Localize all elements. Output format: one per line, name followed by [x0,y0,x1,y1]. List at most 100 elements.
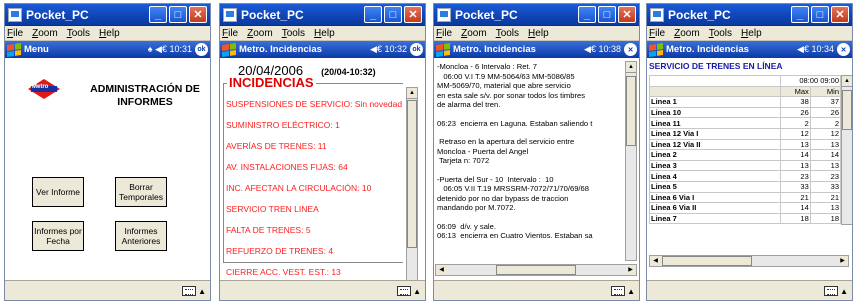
scroll-left-icon[interactable]: ◀ [650,256,661,266]
table-row[interactable]: Linea 12 Via I 12 12 [649,127,842,140]
row-min: 33 [809,180,842,193]
screen-title: Metro. Incidencias [666,44,749,55]
list-item[interactable]: CIERRE ACC. VEST. EST.: 13 [226,266,402,280]
close-icon[interactable]: ✕ [618,6,636,23]
scroll-up-icon[interactable]: ▲ [626,62,636,73]
device-servicio-trenes: Pocket_PC _ □ ✕ File Zoom Tools Help Met… [646,3,853,301]
windows-flag-icon[interactable] [222,42,236,57]
menu-help[interactable]: Help [741,28,762,39]
horizontal-scrollbar[interactable]: ◀ ▶ [649,255,849,267]
close-app-icon[interactable]: ✕ [624,43,637,56]
table-row[interactable]: Linea 11 2 2 [649,117,842,129]
windows-flag-icon[interactable] [649,42,663,57]
table-row[interactable]: Linea 5 33 33 [649,180,842,193]
menu-help[interactable]: Help [528,28,549,39]
menu-zoom[interactable]: Zoom [461,28,487,39]
incident-text[interactable]: -Moncloa - 6 Intervalo : Ret. 7 06:00 V.… [435,59,625,259]
row-max: 26 [779,106,811,119]
trenes-grid[interactable]: 08:00 09:00 Max Min Linea 1 38 37 Linea 10… [649,75,842,225]
menu-zoom[interactable]: Zoom [674,28,700,39]
close-icon[interactable]: ✕ [831,6,849,23]
menu-tools[interactable]: Tools [67,28,90,39]
ok-icon[interactable]: ok [410,43,423,56]
screen-title: Metro. Incidencias [453,44,536,55]
menu-tools[interactable]: Tools [709,28,732,39]
row-min: 21 [809,191,842,204]
menu-file[interactable]: File [222,28,238,39]
vertical-scrollbar[interactable]: ▲ [406,87,418,280]
horizontal-scrollbar[interactable]: ◀ ▶ [435,264,637,276]
ok-icon[interactable]: ok [195,43,208,56]
close-app-icon[interactable]: ✕ [837,43,850,56]
windows-flag-icon[interactable] [436,42,450,57]
borrar-temporales-button[interactable]: Borrar Temporales [115,177,167,207]
scroll-thumb[interactable] [496,265,576,275]
scroll-thumb[interactable] [842,90,852,130]
maximize-icon[interactable]: □ [384,6,402,23]
scroll-up-icon[interactable]: ▲ [842,76,852,87]
keyboard-icon[interactable] [397,286,411,296]
keyboard-icon[interactable] [824,286,838,296]
table-row[interactable]: Linea 10 26 26 [649,106,842,119]
minimize-icon[interactable]: _ [791,6,809,23]
vertical-scrollbar[interactable]: ▲ [841,75,852,225]
list-item[interactable]: FALTA DE TRENES: 5 [226,224,402,245]
window-titlebar: Pocket_PC _ □ ✕ [647,4,852,26]
list-item[interactable]: SUSPENSIONES DE SERVICIO: Sin novedad [226,98,402,119]
scroll-up-icon[interactable]: ▲ [407,88,417,99]
menu-tools[interactable]: Tools [282,28,305,39]
table-row[interactable]: Linea 2 14 14 [649,149,842,161]
scroll-right-icon[interactable]: ▶ [625,265,636,275]
scroll-thumb[interactable] [662,256,752,266]
keyboard-icon[interactable] [611,286,625,296]
list-item[interactable]: AV. INSTALACIONES FIJAS: 64 [226,161,402,182]
status-clock: ◀€ 10:32 [370,44,407,54]
keyboard-arrow-icon[interactable]: ▲ [840,287,848,296]
informes-anteriores-button[interactable]: Informes Anteriores [115,221,167,251]
informes-por-fecha-button[interactable]: Informes por Fecha [32,221,84,251]
bottom-bar: ▲ [647,280,852,300]
table-row[interactable]: Linea 12 Via II 13 13 [649,138,842,151]
table-row[interactable]: Linea 6 Via I 21 21 [649,191,842,204]
list-item[interactable]: INC. AFECTAN LA CIRCULACIÓN: 10 [226,182,402,203]
menu-file[interactable]: File [7,28,23,39]
maximize-icon[interactable]: □ [598,6,616,23]
scroll-right-icon[interactable]: ▶ [837,256,848,266]
scroll-left-icon[interactable]: ◀ [436,265,447,275]
window-titlebar: Pocket_PC _ □ ✕ [434,4,639,26]
menu-zoom[interactable]: Zoom [32,28,58,39]
table-row[interactable]: Linea 6 Via II 14 13 [649,202,842,214]
ver-informe-button[interactable]: Ver Informe [32,177,84,207]
scroll-thumb[interactable] [626,76,636,146]
windows-flag-icon[interactable] [7,42,21,57]
list-item[interactable]: SERVICIO TREN LINEA [226,203,402,224]
row-min: 26 [809,106,842,119]
table-row[interactable]: Linea 7 18 18 [649,212,842,225]
maximize-icon[interactable]: □ [811,6,829,23]
row-name: Linea 12 Via I [649,127,781,140]
minimize-icon[interactable]: _ [578,6,596,23]
menu-help[interactable]: Help [99,28,120,39]
list-item[interactable]: REFUERZO DE TRENES: 4 [226,245,402,266]
minimize-icon[interactable]: _ [149,6,167,23]
minimize-icon[interactable]: _ [364,6,382,23]
list-item[interactable]: AVERÍAS DE TRENES: 11 [226,140,402,161]
menu-file[interactable]: File [436,28,452,39]
scroll-thumb[interactable] [407,100,417,248]
menu-zoom[interactable]: Zoom [247,28,273,39]
vertical-scrollbar[interactable]: ▲ [625,61,637,261]
list-item[interactable]: SUMINISTRO ELÉCTRICO: 1 [226,119,402,140]
table-row[interactable]: Linea 1 38 37 [649,96,842,108]
table-row[interactable]: Linea 4 23 23 [649,170,842,182]
close-icon[interactable]: ✕ [189,6,207,23]
close-icon[interactable]: ✕ [404,6,422,23]
menu-help[interactable]: Help [314,28,335,39]
menu-file[interactable]: File [649,28,665,39]
keyboard-arrow-icon[interactable]: ▲ [413,287,421,296]
keyboard-arrow-icon[interactable]: ▲ [198,287,206,296]
menu-tools[interactable]: Tools [496,28,519,39]
table-row[interactable]: Linea 3 13 13 [649,159,842,172]
keyboard-arrow-icon[interactable]: ▲ [627,287,635,296]
maximize-icon[interactable]: □ [169,6,187,23]
keyboard-icon[interactable] [182,286,196,296]
